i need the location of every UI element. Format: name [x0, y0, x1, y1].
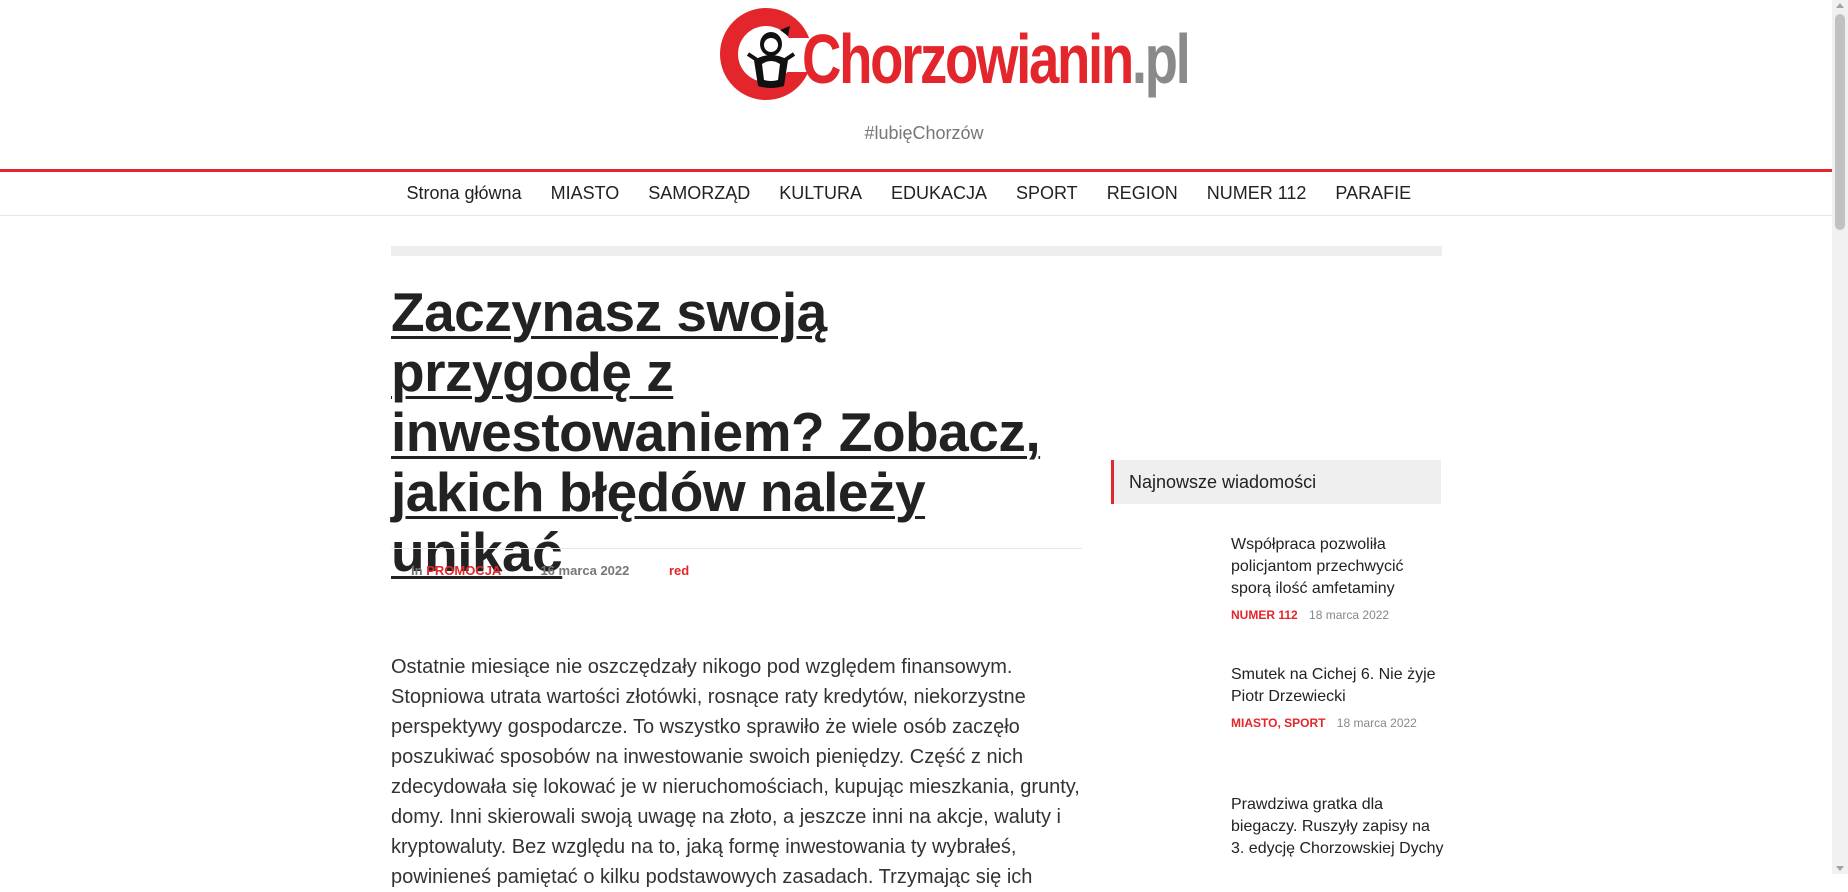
article-body: Ostatnie miesiące nie oszczędzały nikogo… — [391, 656, 1080, 888]
nav-item-home[interactable]: Strona główna — [406, 183, 522, 204]
news-item-title[interactable]: Prawdziwa gratka dla biegaczy. Ruszyły z… — [1231, 794, 1446, 860]
news-item-meta: NUMER 112 18 marca 2022 — [1231, 608, 1446, 622]
logo-wordmark: Chorzowianin.pl — [802, 16, 1191, 102]
site-tagline: #lubięChorzów — [864, 123, 984, 143]
logo-emblem-icon — [746, 26, 796, 88]
meta-in-label: In — [411, 563, 423, 578]
logo-main-text: Chorzowianin — [802, 20, 1134, 98]
news-item-title[interactable]: Współpraca pozwoliła policjantom przechw… — [1231, 534, 1446, 600]
logo-tld-text: .pl — [1131, 20, 1191, 98]
page-scrollbar[interactable] — [1832, 0, 1848, 874]
latest-news-heading: Najnowsze wiadomości — [1111, 460, 1441, 504]
nav-divider — [0, 215, 1832, 216]
nav-item-numer-112[interactable]: NUMER 112 — [1206, 183, 1307, 204]
nav-item-edukacja[interactable]: EDUKACJA — [890, 183, 987, 204]
scrollbar-thumb[interactable] — [1835, 14, 1845, 230]
article-title[interactable]: Zaczynasz swoją przygodę z inwestowaniem… — [391, 282, 1071, 582]
nav-item-miasto[interactable]: MIASTO — [550, 183, 620, 204]
news-item-date: 18 marca 2022 — [1309, 608, 1390, 622]
nav-item-sport[interactable]: SPORT — [1016, 183, 1079, 204]
article-meta: In PROMOCJA 16 marca 2022 red — [411, 563, 689, 578]
news-item-category[interactable]: NUMER 112 — [1231, 608, 1298, 622]
nav-item-region[interactable]: REGION — [1106, 183, 1178, 204]
news-item-category[interactable]: MIASTO, SPORT — [1231, 716, 1325, 730]
scroll-down-arrow-icon[interactable] — [1836, 866, 1844, 871]
article-category-link[interactable]: PROMOCJA — [426, 563, 501, 578]
site-logo[interactable]: Chorzowianin.pl — [720, 8, 1191, 104]
news-item-title[interactable]: Smutek na Cichej 6. Nie żyje Piotr Drzew… — [1231, 664, 1446, 708]
ad-placeholder-bar — [391, 246, 1442, 256]
news-item[interactable]: Współpraca pozwoliła policjantom przechw… — [1231, 534, 1446, 622]
scroll-up-arrow-icon[interactable] — [1836, 3, 1844, 8]
main-nav: Strona główna MIASTO SAMORZĄD KULTURA ED… — [392, 172, 1426, 215]
nav-item-parafie[interactable]: PARAFIE — [1335, 183, 1412, 204]
article-date: 16 marca 2022 — [540, 563, 630, 578]
news-item[interactable]: Smutek na Cichej 6. Nie żyje Piotr Drzew… — [1231, 664, 1446, 730]
article-author-link[interactable]: red — [669, 563, 689, 578]
news-item-date: 18 marca 2022 — [1336, 716, 1417, 730]
nav-item-samorzad[interactable]: SAMORZĄD — [648, 183, 751, 204]
meta-divider — [391, 548, 1082, 549]
news-item-meta: MIASTO, SPORT 18 marca 2022 — [1231, 716, 1446, 730]
nav-item-kultura[interactable]: KULTURA — [779, 183, 863, 204]
news-item[interactable]: Prawdziwa gratka dla biegaczy. Ruszyły z… — [1231, 794, 1446, 860]
